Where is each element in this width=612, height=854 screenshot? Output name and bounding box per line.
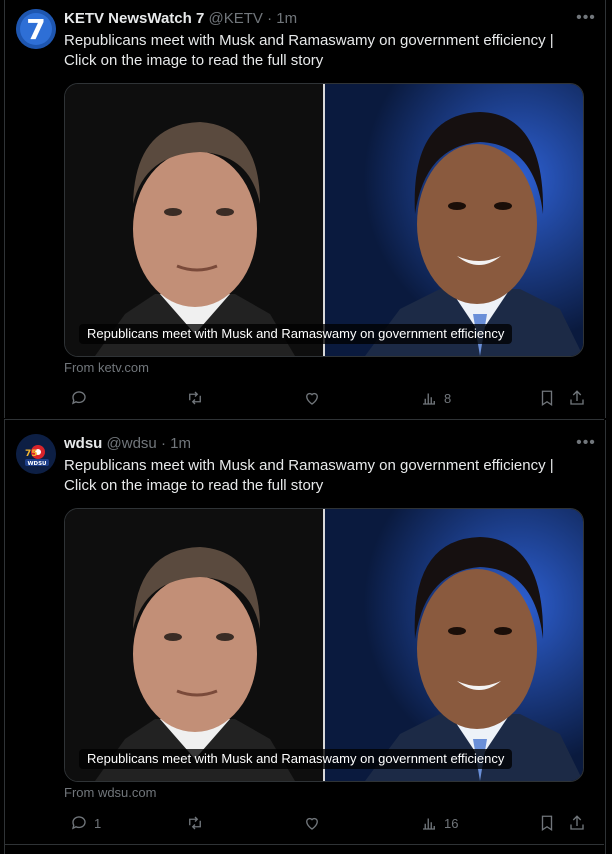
reply-icon bbox=[71, 816, 86, 830]
views-button[interactable]: 16 bbox=[420, 813, 458, 833]
retweet-button[interactable] bbox=[186, 813, 210, 833]
action-bar: 1 16 bbox=[64, 813, 592, 833]
link-card[interactable]: Republicans meet with Musk and Ramaswamy… bbox=[64, 508, 584, 782]
action-bar: 8 bbox=[64, 388, 592, 408]
reply-button[interactable] bbox=[70, 388, 94, 408]
share-button[interactable] bbox=[568, 813, 586, 833]
bookmark-button[interactable] bbox=[538, 388, 556, 408]
card-caption: Republicans meet with Musk and Ramaswamy… bbox=[79, 324, 513, 344]
tweet-separator bbox=[4, 844, 604, 845]
account-name[interactable]: KETV NewsWatch 7 bbox=[64, 10, 204, 27]
more-icon[interactable]: ••• bbox=[576, 10, 596, 32]
card-source[interactable]: From wdsu.com bbox=[64, 785, 156, 801]
tweet-header: KETV NewsWatch 7 @KETV · 1m bbox=[64, 9, 596, 29]
timestamp[interactable]: 1m bbox=[170, 435, 191, 452]
avatar-label: WDSU bbox=[27, 461, 46, 467]
tweet-text: Republicans meet with Musk and Ramaswamy… bbox=[64, 457, 554, 494]
like-icon bbox=[306, 392, 318, 405]
tweet-header: wdsu @wdsu · 1m bbox=[64, 434, 596, 454]
avatar-ketv[interactable]: 7 bbox=[16, 9, 56, 49]
like-button[interactable] bbox=[303, 813, 327, 833]
account-name[interactable]: wdsu bbox=[64, 435, 102, 452]
share-button[interactable] bbox=[568, 388, 586, 408]
bookmark-icon bbox=[541, 390, 553, 407]
timeline-feed: 7 KETV NewsWatch 7 @KETV · 1m ••• Republ… bbox=[0, 0, 612, 854]
views-icon bbox=[423, 393, 435, 405]
view-count: 16 bbox=[444, 815, 459, 831]
views-button[interactable]: 8 bbox=[420, 388, 451, 408]
timestamp[interactable]: 1m bbox=[276, 10, 297, 27]
retweet-icon bbox=[189, 816, 201, 830]
ketv-logo-icon: 7 bbox=[16, 9, 56, 49]
like-icon bbox=[306, 817, 318, 830]
link-card[interactable]: Republicans meet with Musk and Ramaswamy… bbox=[64, 83, 584, 357]
view-count: 8 bbox=[444, 390, 452, 406]
reply-button[interactable]: 1 bbox=[70, 813, 101, 833]
card-image bbox=[65, 509, 583, 781]
account-handle[interactable]: @KETV bbox=[208, 10, 262, 27]
bookmark-icon bbox=[541, 815, 553, 832]
svg-text:75: 75 bbox=[25, 449, 38, 459]
like-button[interactable] bbox=[303, 388, 327, 408]
card-source[interactable]: From ketv.com bbox=[64, 360, 149, 376]
retweet-icon bbox=[189, 391, 201, 405]
retweet-button[interactable] bbox=[186, 388, 210, 408]
avatar-label: 7 bbox=[26, 13, 45, 46]
separator-dot: · bbox=[160, 435, 166, 452]
share-icon bbox=[570, 815, 584, 830]
account-handle[interactable]: @wdsu bbox=[107, 435, 157, 452]
separator-dot: · bbox=[267, 10, 273, 27]
wdsu-logo-icon: 75 WDSU bbox=[16, 434, 56, 474]
reply-icon bbox=[71, 391, 86, 405]
card-caption: Republicans meet with Musk and Ramaswamy… bbox=[79, 749, 513, 769]
views-icon bbox=[423, 818, 435, 830]
card-image bbox=[65, 84, 583, 356]
bookmark-button[interactable] bbox=[538, 813, 556, 833]
share-icon bbox=[570, 390, 584, 405]
tweet-text: Republicans meet with Musk and Ramaswamy… bbox=[64, 32, 554, 69]
avatar-wdsu[interactable]: 75 WDSU bbox=[16, 434, 56, 474]
reply-count: 1 bbox=[94, 815, 102, 831]
more-icon[interactable]: ••• bbox=[576, 435, 596, 457]
